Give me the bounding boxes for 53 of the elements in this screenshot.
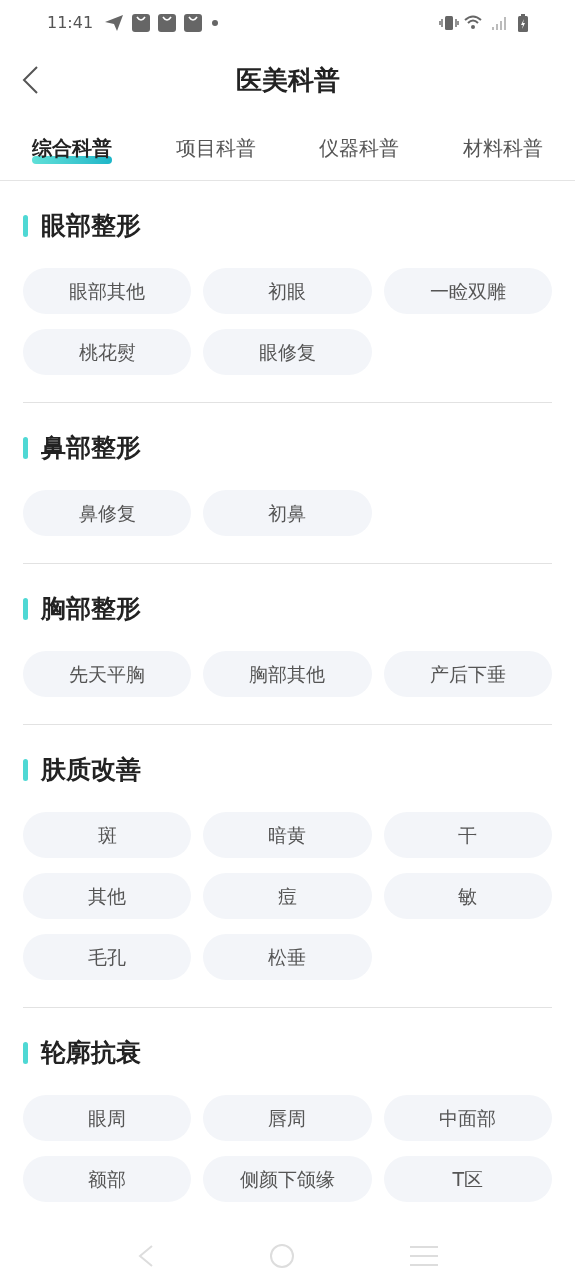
nav-back-icon[interactable] [137, 1244, 154, 1268]
accent-bar [23, 598, 28, 620]
section-title: 肤质改善 [41, 754, 141, 787]
shopping-bag-icon [184, 13, 203, 32]
tag-chip[interactable]: 桃花熨 [23, 329, 192, 375]
tag-chip[interactable]: 初眼 [203, 268, 372, 314]
status-time: 11:41 [47, 11, 94, 34]
tag-chip[interactable]: 斑 [23, 812, 192, 858]
section-title: 轮廓抗衰 [41, 1037, 141, 1070]
back-icon[interactable] [22, 66, 38, 94]
battery-icon [518, 13, 528, 32]
signal-icon [492, 15, 508, 30]
tag-chip[interactable]: 干 [383, 812, 552, 858]
tag-chip[interactable]: 眼修复 [203, 329, 372, 375]
tag-chip[interactable]: 鼻修复 [23, 490, 192, 536]
tag-chip[interactable]: 松垂 [203, 934, 372, 980]
tag-chip[interactable]: 额部 [23, 1156, 192, 1202]
send-icon [105, 14, 124, 31]
tag-chip[interactable]: 产后下垂 [383, 651, 552, 697]
accent-bar [23, 437, 28, 459]
tag-chip[interactable]: 胸部其他 [203, 651, 372, 697]
tag-chip[interactable]: 暗黄 [203, 812, 372, 858]
tag-chip[interactable]: 唇周 [203, 1095, 372, 1141]
tag-chip[interactable]: 眼周 [23, 1095, 192, 1141]
tag-chip[interactable]: 眼部其他 [23, 268, 192, 314]
tag-chip[interactable]: 敏 [383, 873, 552, 919]
tag-chip[interactable]: 先天平胸 [23, 651, 192, 697]
accent-bar [23, 1042, 28, 1064]
wifi-icon [464, 15, 482, 30]
tag-chip[interactable]: 一睑双雕 [383, 268, 552, 314]
tag-chip[interactable]: 侧颜下颌缘 [203, 1156, 372, 1202]
tab[interactable]: 项目科普 [175, 133, 256, 162]
tag-chip[interactable]: 中面部 [383, 1095, 552, 1141]
vibrate-icon [439, 14, 459, 31]
page-title: 医美科普 [235, 63, 340, 97]
shopping-bag-icon [132, 13, 151, 32]
section-title: 胸部整形 [41, 593, 141, 626]
tag-chip[interactable]: 痘 [203, 873, 372, 919]
section-title: 鼻部整形 [41, 432, 141, 465]
tag-chip[interactable]: T区 [383, 1156, 552, 1202]
shopping-bag-icon [158, 13, 177, 32]
section-title: 眼部整形 [41, 210, 141, 243]
tab[interactable]: 材料科普 [463, 133, 544, 162]
accent-bar [23, 759, 28, 781]
menu-icon[interactable] [409, 1245, 438, 1267]
accent-bar [23, 215, 28, 237]
home-icon[interactable] [268, 1243, 295, 1269]
tag-chip[interactable]: 初鼻 [203, 490, 372, 536]
tag-chip[interactable]: 毛孔 [23, 934, 192, 980]
dot-icon [212, 19, 219, 26]
tag-chip[interactable]: 其他 [23, 873, 192, 919]
tab[interactable]: 综合科普 [31, 133, 112, 162]
tab[interactable]: 仪器科普 [319, 133, 400, 162]
